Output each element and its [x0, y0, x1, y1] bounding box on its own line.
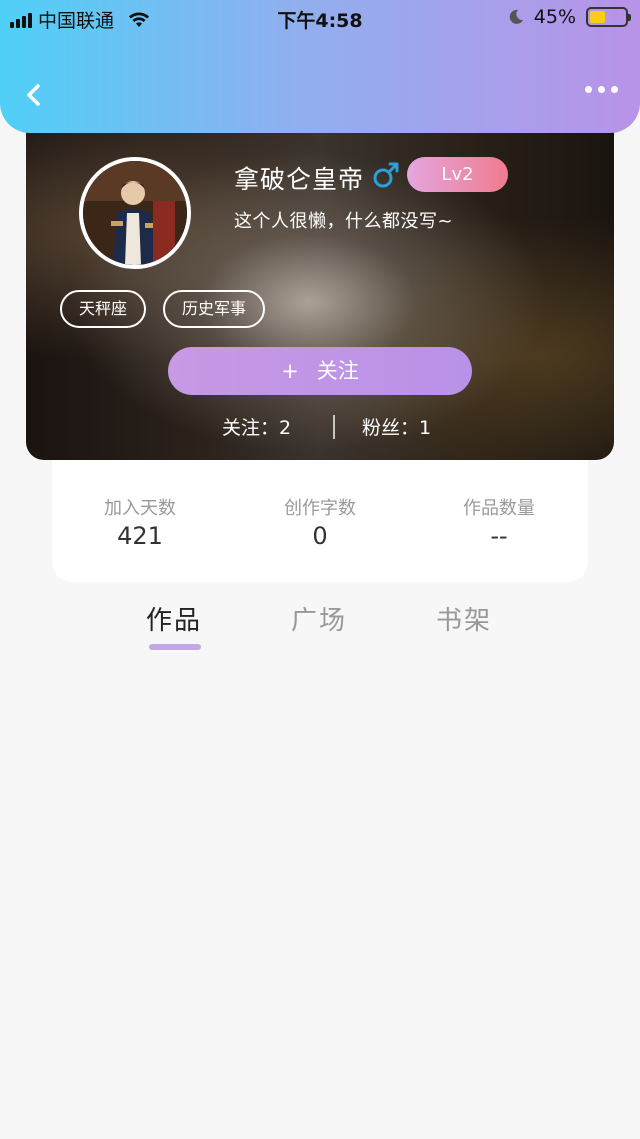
moon-icon: [509, 9, 523, 24]
fans-count[interactable]: 粉丝：1: [362, 413, 431, 440]
tab-bookshelf[interactable]: 书架: [436, 600, 492, 637]
avatar-portrait: [83, 161, 187, 265]
status-right: 45%: [508, 6, 631, 28]
profile-card: 拿破仑皇帝 Lv2 这个人很懒，什么都没写~ 天秤座 历史军事 + 关注 关注：2…: [26, 110, 614, 460]
chevron-left-icon: [27, 84, 40, 106]
top-header: 中国联通 下午4:58 45%: [0, 0, 640, 133]
stat-label: 创作字数: [284, 498, 356, 519]
level-badge: Lv2: [407, 157, 508, 192]
stat-label: 加入天数: [104, 498, 176, 519]
following-count[interactable]: 关注：2: [222, 413, 291, 440]
status-bar: 中国联通 下午4:58 45%: [0, 0, 640, 36]
tag-item[interactable]: 天秤座: [60, 290, 147, 328]
tab-active-indicator: [149, 644, 201, 650]
more-button[interactable]: [585, 86, 618, 93]
battery-percent: 45%: [533, 6, 576, 28]
stat-value: --: [490, 522, 508, 550]
plus-icon: +: [281, 359, 299, 383]
profile-name: 拿破仑皇帝: [234, 165, 365, 194]
stats-card: 加入天数 421 创作字数 0 作品数量 --: [52, 440, 588, 582]
follow-button[interactable]: + 关注: [168, 347, 472, 395]
avatar[interactable]: [79, 157, 191, 269]
profile-bio: 这个人很懒，什么都没写~: [234, 211, 454, 232]
tab-square[interactable]: 广场: [291, 600, 347, 637]
stat-value: 0: [312, 522, 328, 550]
back-button[interactable]: [20, 80, 50, 110]
stat-word-count: 创作字数 0: [230, 494, 410, 550]
stat-join-days: 加入天数 421: [50, 494, 230, 550]
profile-tags: 天秤座 历史军事: [60, 290, 266, 328]
stat-label: 作品数量: [463, 498, 535, 519]
stat-value: 421: [117, 522, 163, 550]
male-icon: [373, 162, 399, 188]
tag-item[interactable]: 历史军事: [163, 290, 266, 328]
divider: [333, 415, 335, 439]
more-horizontal-icon: [585, 86, 592, 93]
tab-works[interactable]: 作品: [146, 600, 202, 637]
battery-icon: [586, 7, 631, 27]
stat-works-count: 作品数量 --: [409, 494, 589, 550]
content-tabs: 作品 广场 书架: [0, 600, 640, 660]
follow-label: 关注: [316, 359, 359, 383]
